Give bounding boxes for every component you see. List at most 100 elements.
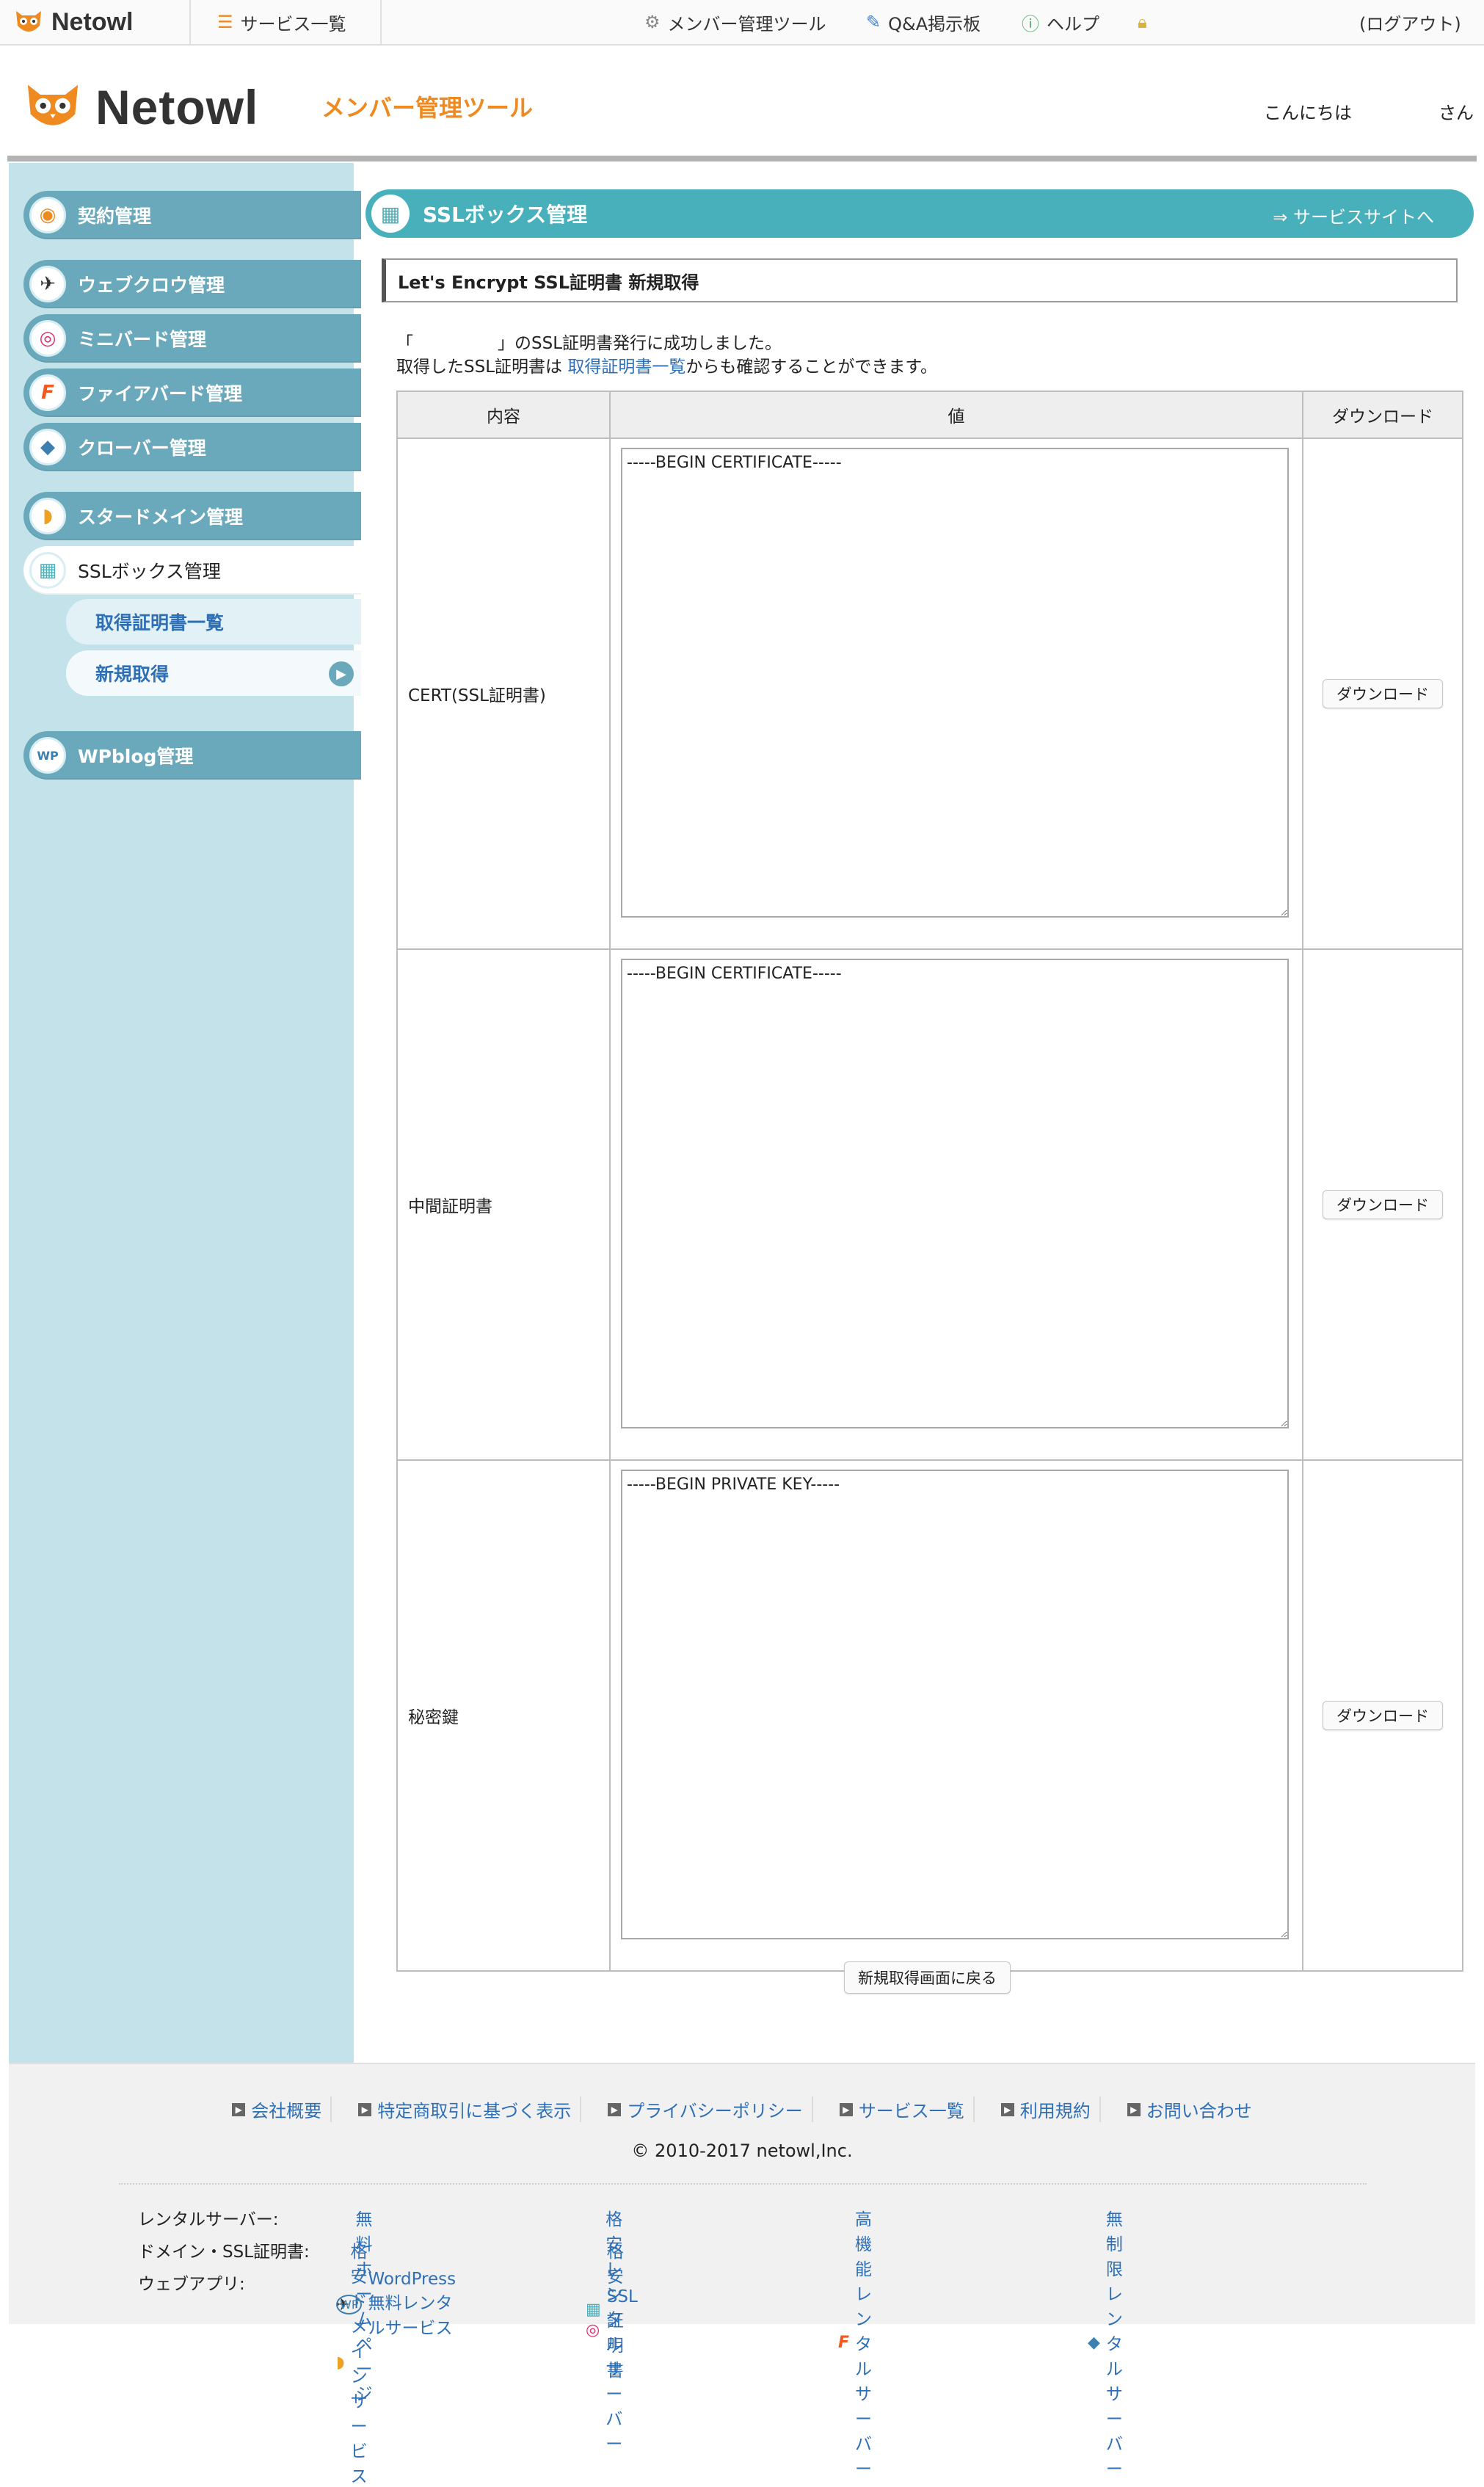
table-row: 秘密鍵 -----BEGIN PRIVATE KEY----- ダウンロード [396,1459,1463,1972]
header-logo-text: Netowl [95,80,259,134]
private-key-textarea[interactable]: -----BEGIN PRIVATE KEY----- [621,1470,1289,1939]
stardomain-icon: ◗ [336,2353,345,2372]
play-icon: ▶ [608,2102,622,2116]
column-header: 内容 [396,391,611,439]
sidebar-item-contract[interactable]: ◉ 契約管理 [23,191,361,239]
wordpress-icon: WP [336,2294,363,2314]
footer-row-label: ドメイン・SSL証明書: [138,2243,310,2262]
download-button[interactable]: ダウンロード [1323,1701,1443,1730]
header-divider [7,156,1477,161]
value-cell: -----BEGIN CERTIFICATE----- [609,948,1303,1461]
member-tool-label: メンバー管理ツール [667,13,826,35]
footer-link-contact[interactable]: ▶ お問い合わせ [1119,2096,1261,2122]
row-label: 秘密鍵 [396,1459,611,1972]
download-button[interactable]: ダウンロード [1323,679,1443,708]
top-separator [189,0,191,44]
footer-row-label: レンタルサーバー: [138,2210,279,2229]
footer-link-terms[interactable]: ▶ 利用規約 [992,2096,1101,2122]
play-arrow-icon: ▶ [329,661,354,686]
download-cell: ダウンロード [1302,1459,1463,1972]
help-link[interactable]: ⓘ ヘルプ [1022,0,1099,44]
owl-logo-icon [27,84,79,126]
footer-service-link[interactable]: ◆ 無制限レンタルサーバー [1088,2205,1123,2480]
top-logo[interactable]: Netowl [13,6,133,38]
table-row: CERT(SSL証明書) -----BEGIN CERTIFICATE-----… [396,438,1463,950]
intermediate-cert-textarea[interactable]: -----BEGIN CERTIFICATE----- [621,959,1289,1428]
row-label: 中間証明書 [396,948,611,1461]
sidebar-subitem-label: 新規取得 [95,664,170,685]
sidebar-item-webcrow[interactable]: ✈ ウェブクロウ管理 [23,260,361,308]
owl-logo-icon [16,11,41,32]
sidebar-subitem-cert-list[interactable]: 取得証明書一覧 [66,599,361,645]
sidebar-item-label: 契約管理 [78,206,152,227]
value-cell: -----BEGIN PRIVATE KEY----- [609,1459,1303,1972]
lock-link[interactable]: 🔒︎ [1138,0,1147,44]
footer-link-services[interactable]: ▶ サービス一覧 [831,2096,975,2122]
sidebar-item-label: ウェブクロウ管理 [78,275,225,296]
member-tool-link[interactable]: ⚙ メンバー管理ツール [644,0,826,44]
sidebar-item-stardomain[interactable]: ◗ スタードメイン管理 [23,492,361,540]
sidebar-item-wpblog[interactable]: WP WPblog管理 [23,731,361,780]
table-header-row: 内容 値 ダウンロード [396,391,1463,439]
footer-service-link[interactable]: WP WordPress無料レンタルサービス [336,2270,456,2339]
top-bar: Netowl ☰ サービス一覧 ⚙ メンバー管理ツール ✎ Q&A掲示板 ⓘ ヘ… [0,0,1484,46]
header-logo[interactable]: Netowl [23,79,258,135]
footer-links: ▶ 会社概要 ▶ 特定商取引に基づく表示 ▶ プライバシーポリシー ▶ サービス一覧 ▶… [9,2096,1475,2122]
back-to-new-button[interactable]: 新規取得画面に戻る [844,1961,1011,1994]
help-label: ヘルプ [1047,13,1099,35]
tool-title: メンバー管理ツール [321,94,534,122]
crow-icon: ✈ [29,266,66,302]
footer-link-privacy[interactable]: ▶ プライバシーポリシー [599,2096,813,2122]
wordpress-icon: WP [29,737,66,774]
play-icon: ▶ [1127,2102,1141,2116]
sidebar-subitem-new[interactable]: 新規取得 ▶ [66,650,361,696]
service-site-link[interactable]: ⇒ サービスサイトへ [1273,203,1434,228]
footer-link-commerce[interactable]: ▶ 特定商取引に基づく表示 [349,2096,582,2122]
sidebar-item-minibird[interactable]: ◎ ミニバード管理 [23,314,361,363]
sslbox-icon: ▦ [29,552,66,589]
sidebar-item-clover[interactable]: ◆ クローバー管理 [23,423,361,471]
owl-icon: ◉ [29,197,66,233]
clover-icon: ◆ [29,429,66,465]
footer-service-link[interactable]: ▦ 格安SSL証明書 [586,2237,638,2381]
footer-link-company[interactable]: ▶ 会社概要 [223,2096,332,2122]
logout-label: (ログアウト) [1359,13,1461,35]
cert-list-link[interactable]: 取得証明書一覧 [567,357,685,377]
sslbox-icon: ▦ [371,195,410,233]
logout-link[interactable]: (ログアウト) [1359,0,1461,44]
footer-service-link[interactable]: F 高機能レンタルサーバー [838,2205,872,2480]
minibird-icon: ◎ [29,320,66,357]
play-icon: ▶ [358,2102,372,2116]
sidebar-item-sslbox[interactable]: ▦ SSLボックス管理 [23,546,361,595]
sidebar-item-label: ミニバード管理 [78,329,207,350]
table-row: 中間証明書 -----BEGIN CERTIFICATE----- ダウンロード [396,948,1463,1461]
copyright: © 2010-2017 netowl,Inc. [631,2141,853,2161]
sidebar-item-label: SSLボックス管理 [78,561,221,582]
download-button[interactable]: ダウンロード [1323,1190,1443,1219]
firebird-icon: F [29,374,66,411]
info-message: 取得したSSL証明書は 取得証明書一覧からも確認することができます。 [396,357,938,377]
value-cell: -----BEGIN CERTIFICATE----- [609,438,1303,950]
play-icon: ▶ [1000,2102,1014,2116]
download-cell: ダウンロード [1302,948,1463,1461]
services-label: サービス一覧 [240,13,346,35]
footer-row-label: ウェブアプリ: [138,2275,245,2294]
sidebar: ◉ 契約管理 ✈ ウェブクロウ管理 ◎ ミニバード管理 F ファイアバード管理 … [9,163,361,2063]
lock-icon: 🔒︎ [1138,12,1147,32]
sidebar-item-label: ファイアバード管理 [78,383,243,404]
pencil-icon: ✎ [866,12,881,32]
site-header: Netowl メンバー管理ツール こんにちは さん [0,44,1484,154]
content-title: SSLボックス管理 [423,203,588,227]
certificate-table: 内容 値 ダウンロード CERT(SSL証明書) -----BEGIN CERT… [396,391,1463,1972]
section-title-text: Let's Encrypt SSL証明書 新規取得 [398,272,699,293]
qa-board-link[interactable]: ✎ Q&A掲示板 [866,0,981,44]
footer-divider [119,2183,1367,2185]
page: Netowl ☰ サービス一覧 ⚙ メンバー管理ツール ✎ Q&A掲示板 ⓘ ヘ… [0,0,1484,2486]
sidebar-item-firebird[interactable]: F ファイアバード管理 [23,368,361,417]
column-header: ダウンロード [1302,391,1463,439]
greeting-honorific: さん [1438,103,1474,123]
services-menu[interactable]: ☰ サービス一覧 [217,0,346,44]
sidebar-item-label: クローバー管理 [78,438,206,459]
info-icon: ⓘ [1022,13,1039,35]
cert-textarea[interactable]: -----BEGIN CERTIFICATE----- [621,448,1289,918]
